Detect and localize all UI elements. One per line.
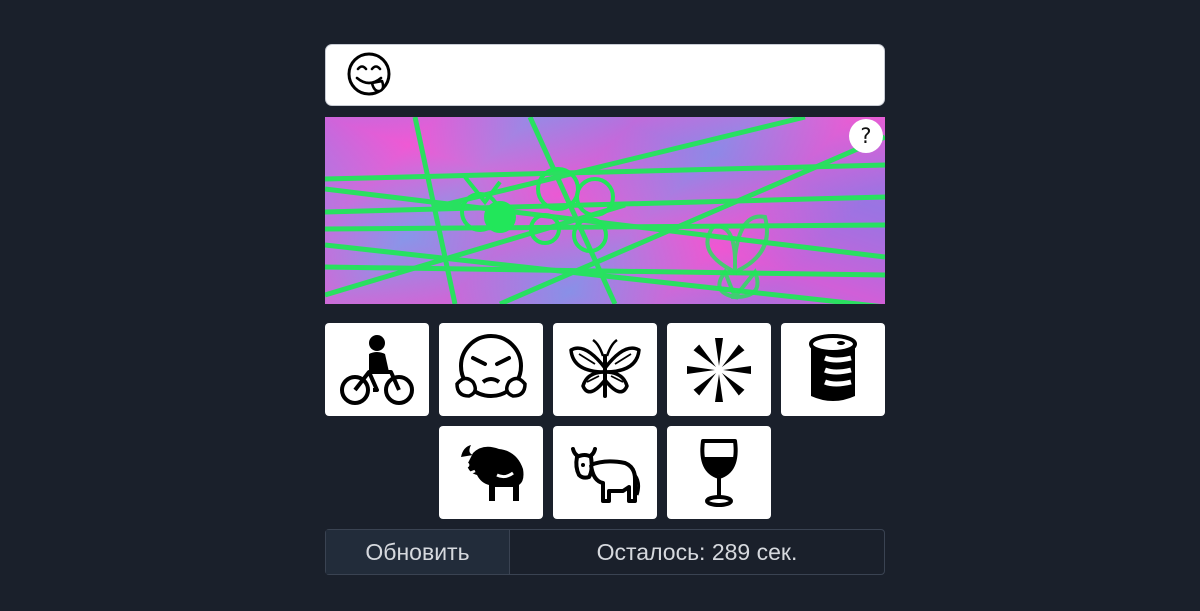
choice-bison[interactable] (439, 426, 543, 519)
ox-icon (571, 446, 641, 503)
choice-ox[interactable] (553, 426, 657, 519)
choice-face-with-steam[interactable] (439, 323, 543, 416)
help-button[interactable]: ? (849, 119, 883, 153)
person-biking-icon (340, 334, 414, 405)
timer-label: Осталось: 289 сек. (596, 538, 798, 565)
choice-butterfly[interactable] (553, 323, 657, 416)
face-savoring-food-icon (347, 52, 391, 96)
captcha-widget: ? Обновить Осталось: 289 сек. (325, 44, 885, 575)
oil-drum-icon (809, 333, 857, 401)
butterfly-icon (569, 338, 641, 398)
choice-grid (325, 323, 885, 519)
choice-eight-spoked-asterisk[interactable] (667, 323, 771, 416)
choice-person-biking[interactable] (325, 323, 429, 416)
bison-icon (458, 444, 524, 501)
choice-oil-drum[interactable] (781, 323, 885, 416)
face-with-steam-icon (455, 333, 527, 398)
captcha-footer: Обновить Осталось: 289 сек. (325, 529, 885, 575)
challenge-image: ? (325, 117, 885, 304)
eight-spoked-asterisk-icon (687, 337, 751, 402)
wine-glass-icon (700, 438, 738, 507)
refresh-button[interactable]: Обновить (326, 530, 510, 574)
choice-wine-glass[interactable] (667, 426, 771, 519)
answer-box (325, 44, 885, 106)
